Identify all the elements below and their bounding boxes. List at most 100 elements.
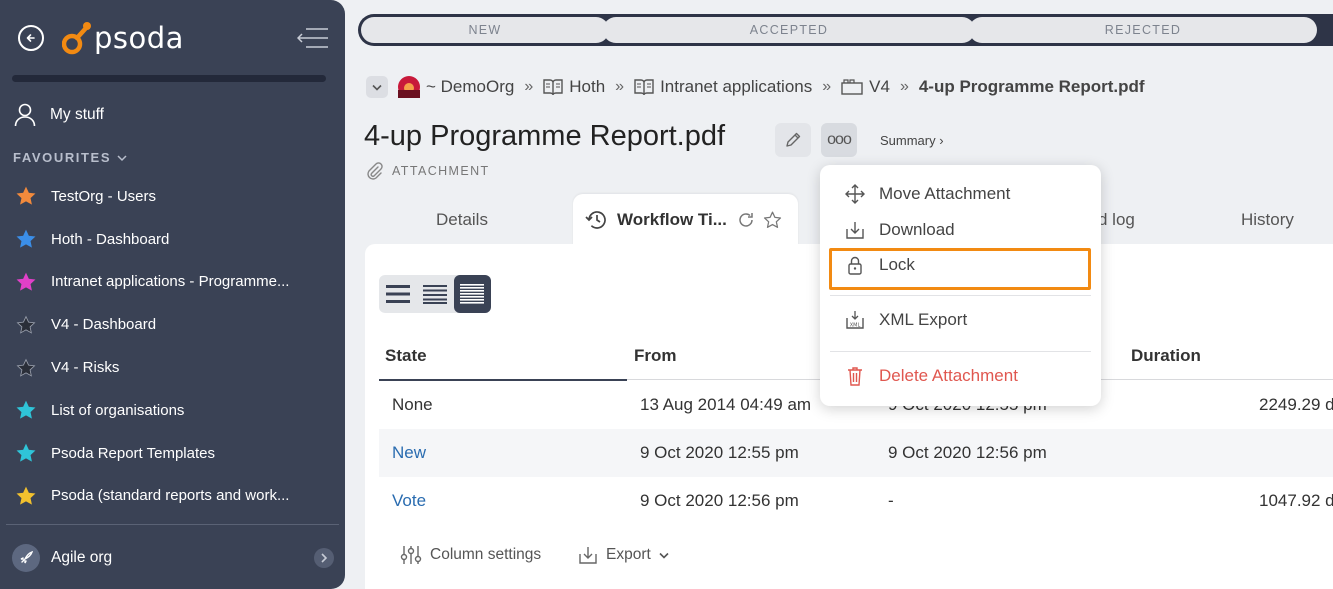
psoda-logo[interactable]: psoda xyxy=(62,16,184,60)
user-icon xyxy=(14,103,36,127)
sidebar-favourite-item[interactable]: V4 - Dashboard xyxy=(0,303,345,346)
breadcrumb-item-org[interactable]: ~ DemoOrg xyxy=(398,76,514,98)
tab-workflow-timeline[interactable]: Workflow Ti... xyxy=(573,194,798,246)
menu-item-xml-export[interactable]: XML XML Export xyxy=(820,303,1101,337)
menu-item-move-attachment[interactable]: Move Attachment xyxy=(820,177,1101,211)
breadcrumb-toggle[interactable] xyxy=(366,76,388,98)
export-icon xyxy=(579,547,597,564)
cell-state: None xyxy=(392,395,433,414)
sidebar-favourite-item[interactable]: Psoda Report Templates xyxy=(0,432,345,475)
trash-icon xyxy=(848,367,862,386)
history-clock-icon xyxy=(585,211,606,229)
breadcrumb-item-intranet[interactable]: Intranet applications xyxy=(634,77,812,97)
tab-history[interactable]: History xyxy=(1241,210,1294,230)
sidebar-divider xyxy=(6,524,339,525)
table-row: Vote 9 Oct 2020 12:56 pm - 1047.92 d xyxy=(379,477,1333,525)
more-actions-menu: Move Attachment Download Lock XML XML Ex… xyxy=(820,165,1101,406)
more-actions-button[interactable]: ooo xyxy=(821,123,857,157)
chevron-down-icon xyxy=(659,552,669,559)
cell-duration: 2249.29 d xyxy=(1259,395,1333,414)
breadcrumb-separator: » xyxy=(524,78,534,95)
chevron-down-icon xyxy=(117,154,127,161)
download-icon xyxy=(846,222,864,239)
list-dense-icon xyxy=(460,284,485,304)
breadcrumb-separator: » xyxy=(899,78,909,95)
sidebar-favourite-item[interactable]: Intranet applications - Programme... xyxy=(0,261,345,304)
org-name: Agile org xyxy=(51,549,113,566)
cell-state[interactable]: New xyxy=(392,443,426,463)
cell-to: 9 Oct 2020 12:56 pm xyxy=(888,443,1047,462)
menu-item-delete-attachment[interactable]: Delete Attachment xyxy=(820,359,1101,393)
sidebar-favourite-item[interactable]: List of organisations xyxy=(0,389,345,432)
cell-state[interactable]: Vote xyxy=(392,491,426,511)
sidebar-favourite-item[interactable]: TestOrg - Users xyxy=(0,175,345,218)
edit-button[interactable] xyxy=(775,123,811,157)
breadcrumb-separator: » xyxy=(822,78,832,95)
svg-text:XML: XML xyxy=(850,323,861,329)
chevron-right-icon[interactable] xyxy=(314,548,334,568)
tab-audit-log[interactable]: d log xyxy=(1098,210,1135,230)
tab-details[interactable]: Details xyxy=(436,210,488,230)
star-icon xyxy=(16,443,36,462)
folder-tabs-icon xyxy=(841,79,863,95)
page-title: 4-up Programme Report.pdf xyxy=(364,120,726,152)
sidebar-item-label: Intranet applications - Programme... xyxy=(51,273,290,291)
view-density-toggle xyxy=(379,275,491,313)
sidebar-favourite-item[interactable]: Hoth - Dashboard xyxy=(0,218,345,261)
star-icon xyxy=(16,229,36,248)
export-button[interactable]: Export xyxy=(578,545,669,565)
tab-label: Workflow Ti... xyxy=(617,210,727,229)
menu-divider xyxy=(830,351,1091,352)
sidebar-favourite-item[interactable]: V4 - Risks xyxy=(0,346,345,389)
sidebar-item-my-stuff[interactable]: My stuff xyxy=(14,102,104,128)
cell-duration: 1047.92 d xyxy=(1259,491,1333,510)
refresh-icon[interactable] xyxy=(737,211,755,229)
sidebar-scrollbar[interactable] xyxy=(12,75,326,82)
table-row: New 9 Oct 2020 12:55 pm 9 Oct 2020 12:56 p… xyxy=(379,429,1333,477)
summary-link[interactable]: Summary › xyxy=(880,133,944,148)
lock-icon xyxy=(848,256,862,275)
column-header-duration[interactable]: Duration xyxy=(1131,346,1201,366)
cell-from: 9 Oct 2020 12:56 pm xyxy=(640,491,799,510)
list-wide-icon xyxy=(385,285,410,303)
rocket-icon xyxy=(12,544,40,572)
star-icon xyxy=(16,401,36,420)
view-compact-button[interactable] xyxy=(379,275,416,313)
org-avatar-icon xyxy=(398,76,420,98)
sidebar-item-label: My stuff xyxy=(50,106,104,123)
org-switcher[interactable]: Agile org xyxy=(12,544,334,572)
sidebar-favourite-item[interactable]: Psoda (standard reports and work... xyxy=(0,475,345,518)
more-icon: ooo xyxy=(827,131,852,148)
workflow-stage-new[interactable]: NEW xyxy=(361,17,609,43)
column-header-state[interactable]: State xyxy=(385,346,427,366)
item-type-label: ATTACHMENT xyxy=(366,162,490,180)
move-icon xyxy=(845,184,865,204)
star-icon xyxy=(16,187,36,206)
workflow-status-bar: NEW ACCEPTED REJECTED xyxy=(358,14,1333,46)
logo-mark-icon xyxy=(62,22,91,55)
breadcrumb-item-hoth[interactable]: Hoth xyxy=(543,77,605,97)
sliders-icon xyxy=(400,546,422,564)
menu-divider xyxy=(830,295,1091,296)
view-dense-button[interactable] xyxy=(453,275,491,313)
breadcrumb: ~ DemoOrg » Hoth » Intranet applications… xyxy=(366,74,1145,100)
workflow-stage-rejected[interactable]: REJECTED xyxy=(969,17,1317,43)
menu-item-lock[interactable]: Lock xyxy=(820,248,1101,282)
star-outline-icon[interactable] xyxy=(763,211,782,229)
star-icon xyxy=(16,315,36,334)
sidebar-item-label: V4 - Risks xyxy=(51,359,120,377)
chevron-down-icon xyxy=(372,84,382,91)
sidebar-item-label: List of organisations xyxy=(51,401,185,419)
sidebar-item-label: Psoda Report Templates xyxy=(51,444,215,462)
favourites-header[interactable]: FAVOURITES xyxy=(13,150,127,165)
menu-item-download[interactable]: Download xyxy=(820,213,1101,247)
column-settings-button[interactable]: Column settings xyxy=(400,545,541,565)
star-icon xyxy=(16,358,36,377)
back-arrow-icon[interactable] xyxy=(18,25,44,51)
column-header-from[interactable]: From xyxy=(634,346,677,366)
view-normal-button[interactable] xyxy=(416,275,453,313)
collapse-menu-icon[interactable] xyxy=(296,26,329,50)
workflow-stage-accepted[interactable]: ACCEPTED xyxy=(603,17,975,43)
cell-from: 9 Oct 2020 12:55 pm xyxy=(640,443,799,462)
breadcrumb-item-v4[interactable]: V4 xyxy=(841,77,890,97)
